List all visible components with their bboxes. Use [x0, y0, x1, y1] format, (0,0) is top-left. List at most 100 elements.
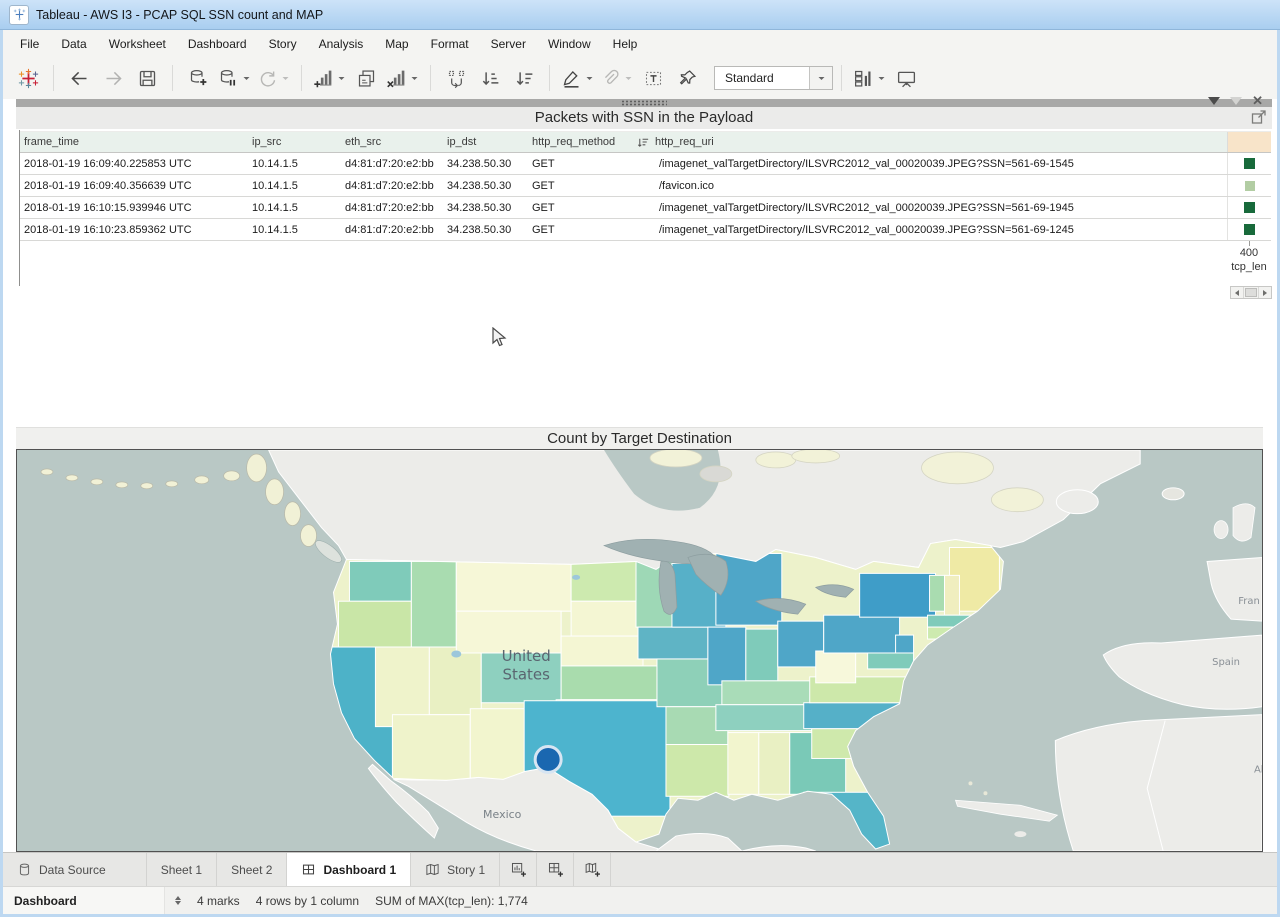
cell-http_req_method[interactable]: GET: [528, 219, 633, 240]
highlight-button[interactable]: [558, 63, 597, 93]
cell-ip_src[interactable]: 10.14.1.5: [248, 175, 341, 196]
cell-http_req_method[interactable]: GET: [528, 153, 633, 174]
cell-http_req_method[interactable]: GET: [528, 197, 633, 218]
map-canvas[interactable]: UnitedStatesMexicoFranSpainAlge: [16, 449, 1263, 852]
cell-frame_time[interactable]: 2018-01-19 16:09:40.356639 UTC: [20, 175, 248, 196]
cell-eth_src[interactable]: d4:81:d7:20:e2:bb: [341, 197, 443, 218]
zone-drag-bar[interactable]: [16, 99, 1272, 107]
state-wa[interactable]: [349, 561, 411, 601]
cell-eth_src[interactable]: d4:81:d7:20:e2:bb: [341, 175, 443, 196]
menu-analysis[interactable]: Analysis: [308, 31, 375, 57]
cell-tcp-len-mark[interactable]: [1227, 175, 1271, 196]
new-data-source-button[interactable]: [181, 63, 215, 93]
cell-ip_src[interactable]: 10.14.1.5: [248, 153, 341, 174]
state-md[interactable]: [868, 653, 914, 669]
cell-http_req_method[interactable]: GET: [528, 175, 633, 196]
table-row[interactable]: 2018-01-19 16:10:23.859362 UTC10.14.1.5d…: [20, 219, 1271, 241]
scrollbar-thumb[interactable]: [1245, 288, 1257, 297]
tab-dashboard-1[interactable]: Dashboard 1: [287, 853, 411, 886]
cell-ip_dst[interactable]: 34.238.50.30: [443, 197, 528, 218]
swap-rows-and-columns-button[interactable]: [439, 63, 473, 93]
state-in[interactable]: [746, 629, 778, 681]
marks-updown-icon[interactable]: [175, 896, 181, 905]
table-row[interactable]: 2018-01-19 16:09:40.225853 UTC10.14.1.5d…: [20, 153, 1271, 175]
column-header-eth_src[interactable]: eth_src: [341, 132, 443, 152]
drag-handle-icon[interactable]: [621, 100, 667, 106]
cell-tcp-len-mark[interactable]: [1227, 197, 1271, 218]
tab-sheet-1[interactable]: Sheet 1: [147, 853, 217, 886]
state-al[interactable]: [759, 733, 790, 795]
menu-data[interactable]: Data: [50, 31, 97, 57]
cell-frame_time[interactable]: 2018-01-19 16:10:15.939946 UTC: [20, 197, 248, 218]
cell-ip_src[interactable]: 10.14.1.5: [248, 219, 341, 240]
state-ny[interactable]: [860, 573, 936, 617]
scroll-left-button[interactable]: [1231, 287, 1244, 298]
fit-caret-button[interactable]: [809, 67, 832, 89]
state-nh[interactable]: [945, 575, 960, 615]
menu-server[interactable]: Server: [480, 31, 537, 57]
tab-story-1[interactable]: Story 1: [411, 853, 500, 886]
state-tn[interactable]: [716, 705, 812, 731]
cell-http_req_uri[interactable]: /imagenet_valTargetDirectory/ILSVRC2012_…: [633, 153, 1227, 174]
state-ks[interactable]: [561, 666, 657, 700]
column-header-frame_time[interactable]: frame_time: [20, 132, 248, 152]
cell-frame_time[interactable]: 2018-01-19 16:10:23.859362 UTC: [20, 219, 248, 240]
show-hide-cards-button[interactable]: [850, 63, 889, 93]
new-story-tab-button[interactable]: [574, 853, 611, 886]
cell-ip_dst[interactable]: 34.238.50.30: [443, 219, 528, 240]
state-mt[interactable]: [456, 561, 571, 611]
state-la[interactable]: [666, 745, 729, 797]
state-wv[interactable]: [816, 651, 856, 683]
new-worksheet-tab-button[interactable]: [500, 853, 537, 886]
fit-selector[interactable]: Standard: [714, 66, 833, 90]
table-row[interactable]: 2018-01-19 16:10:15.939946 UTC10.14.1.5d…: [20, 197, 1271, 219]
state-az[interactable]: [392, 715, 470, 781]
table-row[interactable]: 2018-01-19 16:09:40.356639 UTC10.14.1.5d…: [20, 175, 1271, 197]
pause-auto-updates-button[interactable]: [215, 63, 254, 93]
state-ia[interactable]: [638, 627, 708, 659]
run-update-button[interactable]: [254, 63, 293, 93]
sort-descending-button[interactable]: [507, 63, 541, 93]
menu-worksheet[interactable]: Worksheet: [98, 31, 177, 57]
state-ky[interactable]: [722, 681, 818, 705]
cell-http_req_uri[interactable]: /favicon.ico: [633, 175, 1227, 196]
tcp-len-square-mark[interactable]: [1244, 224, 1255, 235]
state-id[interactable]: [411, 561, 456, 647]
undo-button[interactable]: [62, 63, 96, 93]
show-mark-labels-button[interactable]: [636, 63, 670, 93]
menu-story[interactable]: Story: [258, 31, 308, 57]
column-header-ip_dst[interactable]: ip_dst: [443, 132, 528, 152]
tab-sheet-2[interactable]: Sheet 2: [217, 853, 287, 886]
zone-close-icon[interactable]: ✕: [1252, 96, 1263, 106]
group-members-button[interactable]: [597, 63, 636, 93]
cell-http_req_uri[interactable]: /imagenet_valTargetDirectory/ILSVRC2012_…: [633, 219, 1227, 240]
cell-tcp-len-mark[interactable]: [1227, 219, 1271, 240]
state-sd[interactable]: [571, 601, 641, 636]
redo-button[interactable]: [96, 63, 130, 93]
menu-format[interactable]: Format: [420, 31, 480, 57]
duplicate-sheet-button[interactable]: [349, 63, 383, 93]
menu-file[interactable]: File: [9, 31, 50, 57]
state-il[interactable]: [708, 627, 746, 685]
column-header-tcp-len[interactable]: [1227, 132, 1271, 152]
state-or[interactable]: [338, 601, 411, 647]
state-vt[interactable]: [930, 575, 945, 611]
column-header-http_req_uri[interactable]: http_req_uri: [633, 132, 1227, 152]
clear-sheet-button[interactable]: [383, 63, 422, 93]
state-ms[interactable]: [728, 733, 759, 795]
sort-ascending-button[interactable]: [473, 63, 507, 93]
new-worksheet-button[interactable]: [310, 63, 349, 93]
zone-menu-light-triangle-icon[interactable]: [1230, 97, 1242, 105]
cell-tcp-len-mark[interactable]: [1227, 153, 1271, 174]
menu-window[interactable]: Window: [537, 31, 602, 57]
cell-ip_src[interactable]: 10.14.1.5: [248, 197, 341, 218]
cell-eth_src[interactable]: d4:81:d7:20:e2:bb: [341, 219, 443, 240]
column-header-http_req_method[interactable]: http_req_method: [528, 132, 633, 152]
tcp-len-square-mark[interactable]: [1244, 202, 1255, 213]
menu-help[interactable]: Help: [602, 31, 649, 57]
cell-eth_src[interactable]: d4:81:d7:20:e2:bb: [341, 153, 443, 174]
presentation-mode-button[interactable]: [889, 63, 923, 93]
state-ne[interactable]: [561, 636, 643, 666]
column-header-ip_src[interactable]: ip_src: [248, 132, 341, 152]
tab-data-source[interactable]: Data Source: [3, 853, 147, 886]
